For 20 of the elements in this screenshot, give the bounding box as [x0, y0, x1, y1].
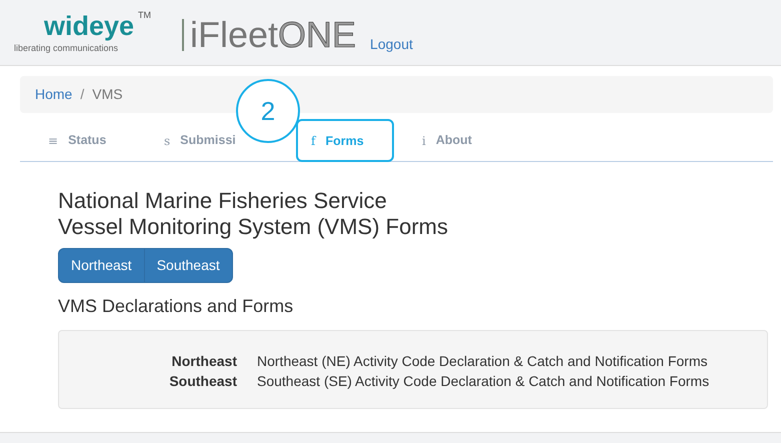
- section-title: VMS Declarations and Forms: [58, 295, 294, 318]
- form-description: Southeast (SE) Activity Code Declaration & Catch and Notification Forms: [257, 372, 710, 391]
- region-button[interactable]: Southeast: [144, 248, 233, 283]
- page-title: Vessel Monitoring System (VMS) Forms: [58, 214, 448, 240]
- tagline: liberating communications: [14, 42, 120, 55]
- breadcrumb-current: VMS: [92, 85, 123, 104]
- breadcrumb-link[interactable]: Home: [35, 84, 72, 105]
- region-label: Northeast: [170, 352, 237, 371]
- tab[interactable]: f Forms: [296, 119, 394, 162]
- brand-logo: wideye: [44, 12, 134, 40]
- tab[interactable]: i About: [394, 119, 510, 161]
- breadcrumb-separator: /: [80, 85, 84, 104]
- trademark: TM: [138, 8, 151, 22]
- product-logo: iFleetONE: [190, 17, 356, 53]
- logout-link[interactable]: Logout: [370, 34, 413, 55]
- region-label: Southeast: [168, 372, 237, 391]
- tab[interactable]: ≡ Status: [20, 119, 136, 161]
- page-title: National Marine Fisheries Service: [58, 188, 387, 214]
- region-button[interactable]: Northeast: [58, 248, 145, 283]
- form-description: Northeast (NE) Activity Code Declaration & Catch and Notification Forms: [257, 352, 708, 371]
